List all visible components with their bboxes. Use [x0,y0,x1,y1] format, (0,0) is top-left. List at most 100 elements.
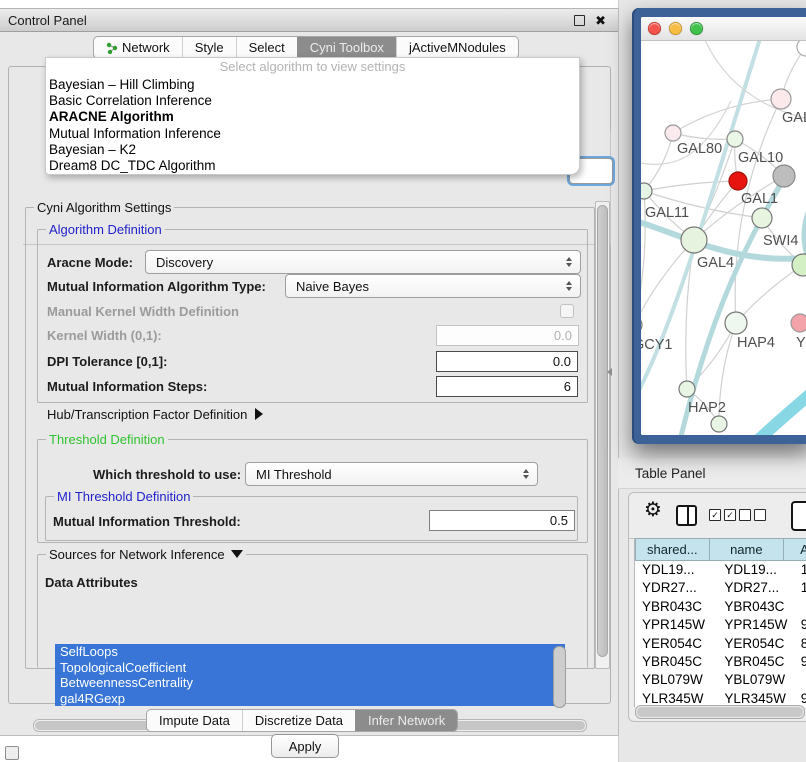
cell: YER054C [715,635,798,653]
network-edge[interactable] [673,99,781,133]
tab-impute-data[interactable]: Impute Data [147,710,242,731]
network-node-gcy1[interactable] [641,317,642,333]
network-edge[interactable] [673,133,735,139]
float-window-icon[interactable] [574,15,585,26]
mi-steps-input[interactable]: 6 [436,376,578,397]
table-row-ypr145w[interactable]: YPR145WYPR145W9. [635,616,806,634]
mi-algorithm-type-label: Mutual Information Algorithm Type: [47,279,266,294]
sources-title: Sources for Network Inference [46,547,246,562]
network-edge-weighted[interactable] [677,171,789,435]
table-row-ydl19[interactable]: YDL19...YDL19...13 [635,561,806,579]
mi-steps-label: Mutual Information Steps: [47,379,207,394]
attribute-item-gal4rgexp[interactable]: gal4RGexp [55,691,565,707]
close-traffic-light[interactable] [648,22,661,35]
tab-label: Discretize Data [255,710,343,731]
network-node-gal1[interactable] [752,208,772,228]
mi-threshold-value: 0.5 [550,513,568,528]
network-node-y[interactable] [791,314,806,332]
settings-gear-icon[interactable]: ⚙ [644,500,662,520]
splitter-handle-icon[interactable] [607,368,612,376]
attribute-item-topologicalcoefficient[interactable]: TopologicalCoefficient [55,660,565,676]
cell: 9. [799,616,806,634]
column-header-a[interactable]: A [784,538,806,561]
network-node[interactable] [729,172,747,190]
network-edge[interactable] [644,181,738,191]
table-body: YDL19...YDL19...13YDR27...YDR27...12YBR0… [635,561,806,707]
network-node[interactable] [711,416,727,432]
tab-label: jActiveMNodules [409,37,506,58]
network-node-gal4[interactable] [681,227,707,253]
minimized-panel-icon[interactable] [5,746,19,760]
tab-label: Cyni Toolbox [310,37,384,58]
column-header-shared[interactable]: shared... [635,538,710,561]
network-edge[interactable] [736,265,803,323]
table-header-row: shared...nameA [635,538,806,561]
kernel-width-input[interactable]: 0.0 [436,325,579,346]
column-header-name[interactable]: name [710,538,785,561]
minimize-traffic-light[interactable] [669,22,682,35]
dpi-tolerance-input[interactable]: 0.0 [436,351,578,372]
tab-cyni-toolbox[interactable]: Cyni Toolbox [297,37,396,58]
hub-definition-expander[interactable]: Hub/Transcription Factor Definition [47,407,263,422]
cell: 12 [799,579,806,597]
attribute-item-selfloops[interactable]: SelfLoops [55,644,565,660]
network-view-inner: GALGAL80GAL10GAL1GAL11GAL4SWI4GCY1HAP4YH… [641,17,806,435]
cell: 9. [799,653,806,671]
attribute-item-betweennesscentrality[interactable]: BetweennessCentrality [55,675,565,691]
network-node[interactable] [797,41,806,56]
algorithm-item-mutual-information-inference[interactable]: Mutual Information Inference [46,126,579,142]
tab-select[interactable]: Select [236,37,297,58]
network-edge[interactable] [644,133,673,191]
network-edge-weighted[interactable] [727,383,806,435]
table-row-ydr27[interactable]: YDR27...YDR27...12 [635,579,806,597]
zoom-traffic-light[interactable] [690,22,703,35]
apply-button[interactable]: Apply [271,734,339,758]
table-row-yer054c[interactable]: YER054CYER054C8. [635,635,806,653]
table-panel-titlebar: Table Panel [618,458,806,489]
network-node[interactable] [773,165,795,187]
network-node-hap2[interactable] [679,381,695,397]
algorithm-definition-title: Algorithm Definition [46,222,165,237]
cell: YPR145W [715,616,798,634]
algorithm-item-bayesian-hill-climbing[interactable]: Bayesian – Hill Climbing [46,77,579,93]
tab-infer-network[interactable]: Infer Network [355,710,457,731]
tab-style[interactable]: Style [182,37,236,58]
tab-network[interactable]: Network [94,37,182,58]
network-node-hap4[interactable] [725,312,747,334]
table-row-ybl079w[interactable]: YBL079WYBL079W [635,671,806,689]
deselect-all-icon[interactable] [739,509,766,521]
algorithm-item-basic-correlation-inference[interactable]: Basic Correlation Inference [46,93,579,109]
tab-discretize-data[interactable]: Discretize Data [242,710,355,731]
table-horizontal-scrollbar[interactable] [635,705,805,719]
manual-kernel-width-checkbox[interactable] [560,304,574,318]
mi-algorithm-type-select[interactable]: Naive Bayes [285,274,581,298]
network-window-titlebar[interactable] [641,17,806,41]
mi-threshold-label: Mutual Information Threshold: [53,514,241,529]
network-node-gal11[interactable] [641,183,652,199]
select-all-icon[interactable]: ✓✓ [709,509,736,521]
network-node-gal80[interactable] [665,125,681,141]
split-columns-icon[interactable] [676,505,697,526]
network-canvas[interactable]: GALGAL80GAL10GAL1GAL11GAL4SWI4GCY1HAP4YH… [641,41,806,435]
combo-arrows-icon [561,257,577,267]
attributes-scrollbar[interactable] [553,646,566,708]
manual-kernel-width-label: Manual Kernel Width Definition [47,304,239,319]
algorithm-item-aracne-algorithm[interactable]: ARACNE Algorithm [46,109,579,125]
algorithm-item-bayesian-k2[interactable]: Bayesian – K2 [46,142,579,158]
table-row-ybr045c[interactable]: YBR045CYBR045C9. [635,653,806,671]
cell: YBR043C [715,598,798,616]
mi-threshold-input[interactable]: 0.5 [429,510,575,531]
network-node-gal[interactable] [771,89,791,109]
algorithm-item-dream8-dc-tdc-algorithm[interactable]: Dream8 DC_TDC Algorithm [46,158,579,174]
aracne-mode-select[interactable]: Discovery [145,250,581,274]
close-icon[interactable]: ✖ [595,14,606,27]
new-table-icon[interactable] [791,501,806,531]
combo-arrows-icon [561,281,577,291]
which-threshold-select[interactable]: MI Threshold [245,462,538,486]
table-row-ybr043c[interactable]: YBR043CYBR043C [635,598,806,616]
settings-vertical-scrollbar[interactable] [595,201,610,669]
network-node-gal10[interactable] [727,131,743,147]
aracne-mode-value: Discovery [156,255,561,270]
node-label-gal4: GAL4 [697,255,734,271]
tab-jactivemnodules[interactable]: jActiveMNodules [396,37,518,58]
